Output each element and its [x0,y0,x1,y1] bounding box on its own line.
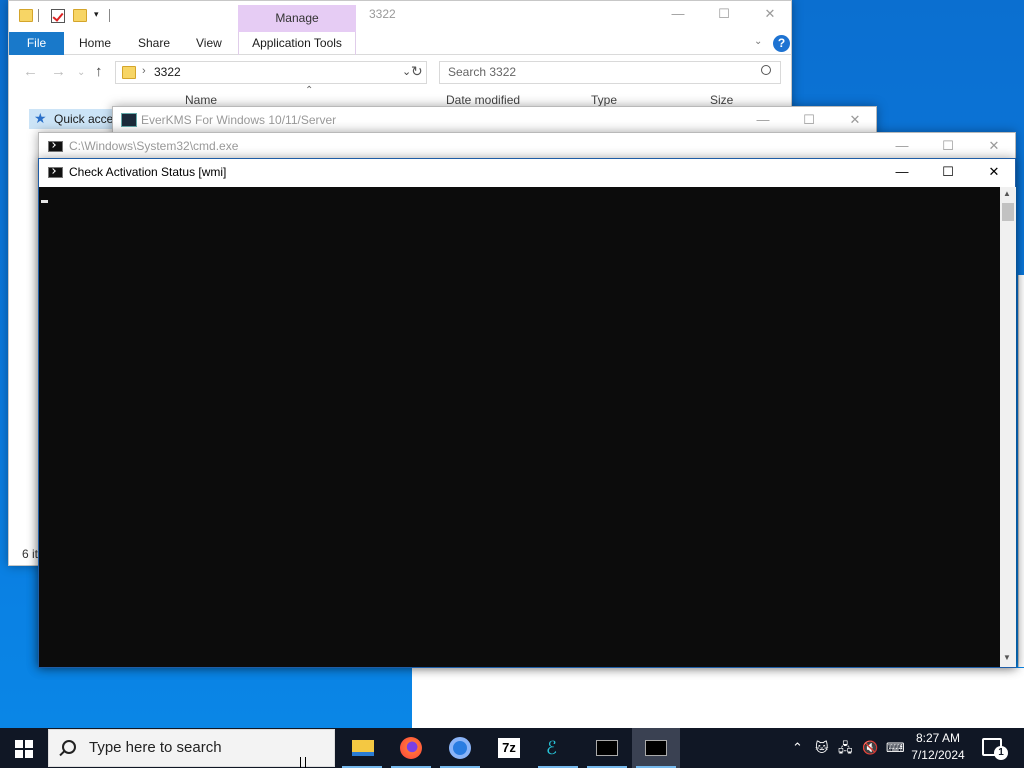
show-hidden-icons-icon[interactable]: ⌃ [792,728,803,768]
column-size[interactable]: Size [710,93,733,107]
minimize-button[interactable]: — [740,107,786,133]
close-button[interactable]: ✕ [971,159,1017,185]
background-window [412,668,1024,728]
keyboard-icon[interactable]: ⌨ [886,728,905,768]
tab-share[interactable]: Share [138,32,170,55]
column-date-modified[interactable]: Date modified [446,93,520,107]
console-output[interactable] [39,187,1000,667]
maximize-button[interactable]: ☐ [925,159,971,185]
taskbar-search-input[interactable]: Type here to search [48,729,335,767]
start-button[interactable] [15,740,33,758]
maximize-button[interactable]: ☐ [786,107,832,133]
folder-icon [19,9,33,22]
taskbar-7zip[interactable]: 7z [485,728,533,768]
search-icon [761,65,771,75]
address-bar[interactable]: › 3322 ⌄ [115,61,427,84]
taskbar-everkms[interactable]: ℰ [534,728,582,768]
back-icon[interactable]: ← [23,63,38,80]
star-icon: ★ [34,110,47,126]
taskbar: Type here to search 7z ℰ ⌃ 🐱 🖧 🔇 ⌨ 8:27 … [0,728,1024,768]
breadcrumb-chevron-icon: › [142,65,146,77]
sort-up-icon: ⌃ [305,85,314,96]
window-title: 3322 [369,7,396,21]
close-button[interactable]: ✕ [832,107,878,133]
search-icon [62,740,76,754]
chevron-down-icon[interactable]: ⌄ [754,36,762,47]
column-type[interactable]: Type [591,93,617,107]
window-title: C:\Windows\System32\cmd.exe [69,139,239,153]
mouse-cursor-icon [300,757,306,768]
check-activation-console-window[interactable]: Check Activation Status [wmi] — ☐ ✕ ▲ ▼ [38,158,1016,668]
file-explorer-icon [352,740,374,756]
system-clock[interactable]: 8:27 AM 7/12/2024 [904,730,972,764]
cmd-icon [596,740,618,756]
divider [109,9,110,22]
taskbar-cmd[interactable] [583,728,631,768]
network-icon[interactable]: 🖧 [838,728,853,768]
window-title: EverKMS For Windows 10/11/Server [141,113,337,127]
tab-file[interactable]: File [9,32,64,55]
qat-dropdown-icon[interactable]: ▾ [94,9,99,20]
minimize-button[interactable]: — [879,133,925,159]
properties-icon[interactable] [51,9,65,23]
firefox-icon [400,737,422,759]
ribbon-tabs [9,32,791,55]
notification-count-badge: 1 [994,746,1008,760]
taskbar-chrome[interactable] [436,728,484,768]
maximize-button[interactable]: ☐ [701,1,747,27]
window-title: Check Activation Status [wmi] [69,165,227,179]
cat-tray-icon[interactable]: 🐱 [815,728,829,768]
clock-date: 7/12/2024 [911,748,965,762]
scroll-thumb[interactable] [1002,203,1014,221]
breadcrumb: 3322 [154,65,181,79]
column-name[interactable]: Name [185,93,217,107]
everkms-icon: ℰ [546,738,557,758]
chrome-icon [449,737,471,759]
manage-context-tab[interactable]: Manage [238,5,356,32]
cmd-icon [645,740,667,756]
everkms-icon [121,113,137,127]
close-button[interactable]: ✕ [747,1,793,27]
tab-view[interactable]: View [196,32,222,55]
search-input[interactable]: Search 3322 [439,61,781,84]
tab-application-tools[interactable]: Application Tools [238,32,356,55]
volume-muted-icon[interactable]: 🔇 [862,728,878,768]
recent-dropdown-icon[interactable]: ⌄ [77,67,85,78]
tab-home[interactable]: Home [79,32,111,55]
minimize-button[interactable]: — [879,159,925,185]
search-placeholder: Type here to search [89,739,222,756]
up-icon[interactable]: ↑ [95,63,103,80]
7zip-icon: 7z [498,738,520,758]
maximize-button[interactable]: ☐ [925,133,971,159]
cmd-icon [48,167,63,178]
help-icon[interactable]: ? [773,35,790,52]
text-cursor [41,200,48,203]
taskbar-file-explorer[interactable] [338,728,386,768]
minimize-button[interactable]: — [655,1,701,27]
divider [38,9,39,22]
status-bar: 6 it [22,547,39,561]
taskbar-firefox[interactable] [387,728,435,768]
taskbar-cmd-active[interactable] [632,728,680,768]
clock-time: 8:27 AM [915,731,961,745]
cmd-icon [48,141,63,152]
close-button[interactable]: ✕ [971,133,1017,159]
scroll-down-icon[interactable]: ▼ [1003,653,1011,662]
chevron-down-icon[interactable]: ⌄ [402,65,411,78]
background-window-edge [1018,275,1024,667]
new-folder-icon[interactable] [73,9,87,22]
vertical-scrollbar[interactable]: ▲ ▼ [1000,187,1016,667]
refresh-icon[interactable]: ↻ [411,63,423,80]
forward-icon[interactable]: → [51,63,66,80]
scroll-up-icon[interactable]: ▲ [1003,189,1011,198]
folder-icon [122,66,136,79]
